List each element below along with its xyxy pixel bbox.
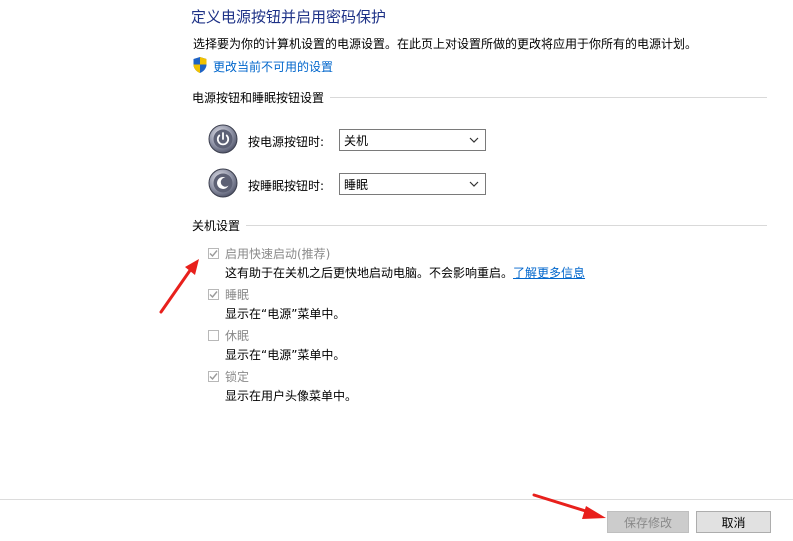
sleep-button-action-select[interactable]: 睡眠 <box>339 173 486 195</box>
fast-startup-checkbox[interactable] <box>208 248 219 259</box>
cancel-button[interactable]: 取消 <box>696 511 771 533</box>
uac-shield-icon <box>193 57 207 73</box>
power-section-title: 电源按钮和睡眠按钮设置 <box>192 90 325 105</box>
lock-checkbox[interactable] <box>208 371 219 382</box>
sleep-checkbox[interactable] <box>208 289 219 300</box>
hibernate-checkbox[interactable] <box>208 330 219 341</box>
power-buttons-section-header: 电源按钮和睡眠按钮设置 <box>192 89 767 105</box>
sleep-option-description: 显示在“电源”菜单中。 <box>225 307 346 321</box>
shutdown-settings-section-header: 关机设置 <box>192 217 767 233</box>
power-button-icon <box>208 124 238 154</box>
hibernate-option-description: 显示在“电源”菜单中。 <box>225 348 346 362</box>
fast-startup-label: 启用快速启动(推荐) <box>225 247 331 261</box>
lock-option-label: 锁定 <box>225 370 250 384</box>
section-divider <box>330 96 767 98</box>
sleep-button-icon <box>208 168 238 198</box>
change-unavailable-settings-link[interactable]: 更改当前不可用的设置 <box>213 58 333 75</box>
fast-startup-description-text: 这有助于在关机之后更快地启动电脑。不会影响重启。 <box>225 266 514 280</box>
sleep-button-action-label: 按睡眠按钮时: <box>248 179 325 193</box>
sleep-option-label: 睡眠 <box>225 288 250 302</box>
power-button-action-select[interactable]: 关机 <box>339 129 486 151</box>
power-button-action-value: 关机 <box>344 133 369 148</box>
checkmark-icon <box>209 250 218 258</box>
section-divider <box>246 224 767 226</box>
annotation-arrow-icon <box>159 259 199 314</box>
sleep-button-action-value: 睡眠 <box>344 177 369 192</box>
annotation-arrow-icon <box>532 493 606 519</box>
footer-divider <box>0 499 793 500</box>
lock-option-description: 显示在用户头像菜单中。 <box>225 389 358 403</box>
chevron-down-icon <box>469 137 479 143</box>
chevron-down-icon <box>469 181 479 187</box>
save-changes-button[interactable]: 保存修改 <box>607 511 689 533</box>
page-description: 选择要为你的计算机设置的电源设置。在此页上对设置所做的更改将应用于你所有的电源计… <box>193 37 698 51</box>
checkmark-icon <box>209 373 218 381</box>
checkmark-icon <box>209 291 218 299</box>
fast-startup-description: 这有助于在关机之后更快地启动电脑。不会影响重启。了解更多信息 <box>225 264 585 281</box>
power-button-action-label: 按电源按钮时: <box>248 135 325 149</box>
hibernate-option-label: 休眠 <box>225 329 250 343</box>
page-title: 定义电源按钮并启用密码保护 <box>191 8 387 26</box>
learn-more-link[interactable]: 了解更多信息 <box>513 266 585 280</box>
shutdown-section-title: 关机设置 <box>192 218 241 233</box>
